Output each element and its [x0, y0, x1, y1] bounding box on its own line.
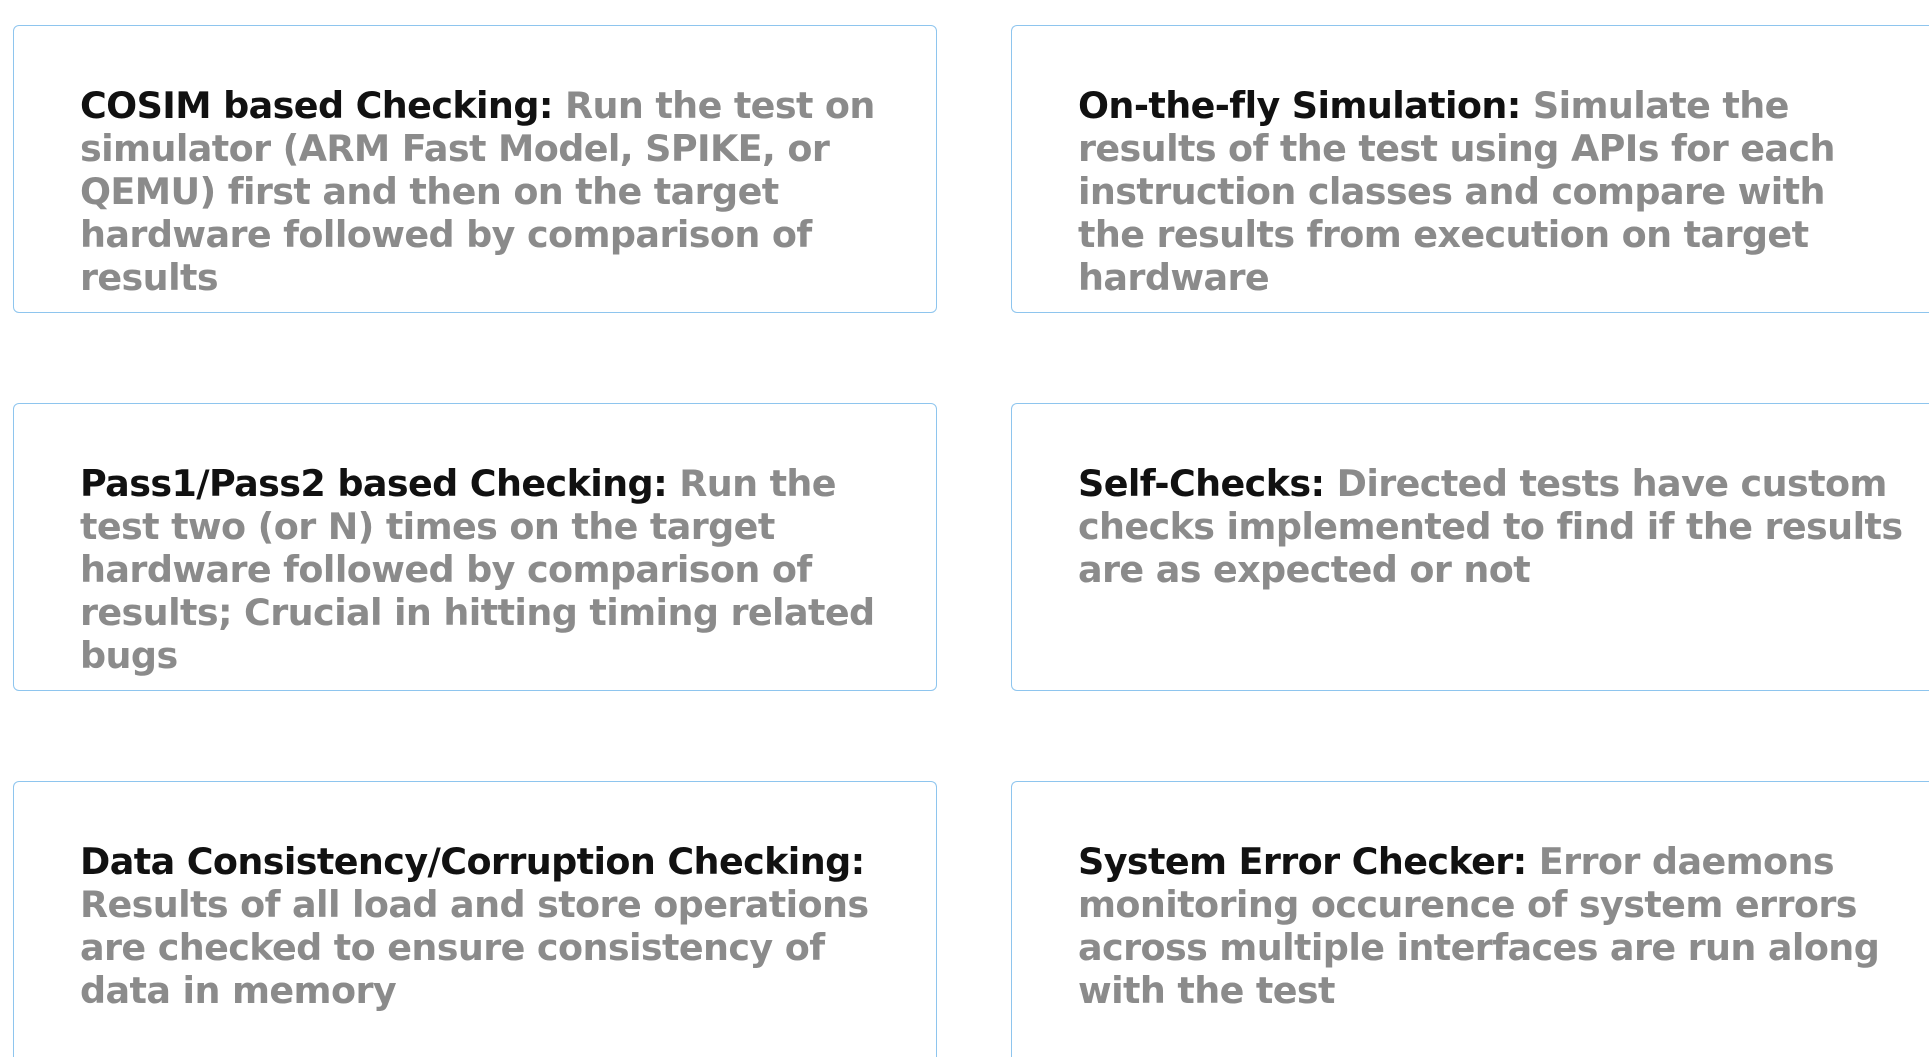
card-title: Data Consistency/Corruption Checking:: [80, 840, 865, 883]
card-pass1-pass2-checking: Pass1/Pass2 based Checking: Run the test…: [13, 403, 937, 691]
card-text: Self-Checks: Directed tests have custom …: [1078, 462, 1903, 591]
card-title: System Error Checker:: [1078, 840, 1527, 883]
card-text: COSIM based Checking: Run the test on si…: [80, 84, 908, 299]
card-title: Pass1/Pass2 based Checking:: [80, 462, 668, 505]
card-system-error-checker: System Error Checker: Error daemons moni…: [1011, 781, 1929, 1057]
card-self-checks: Self-Checks: Directed tests have custom …: [1011, 403, 1929, 691]
card-cosim-checking: COSIM based Checking: Run the test on si…: [13, 25, 937, 313]
card-data-consistency-checking: Data Consistency/Corruption Checking: Re…: [13, 781, 937, 1057]
card-text: Pass1/Pass2 based Checking: Run the test…: [80, 462, 908, 677]
card-text: On-the-fly Simulation: Simulate the resu…: [1078, 84, 1903, 299]
card-title: On-the-fly Simulation:: [1078, 84, 1521, 127]
card-text: Data Consistency/Corruption Checking: Re…: [80, 840, 908, 1012]
card-text: System Error Checker: Error daemons moni…: [1078, 840, 1903, 1012]
card-on-the-fly-simulation: On-the-fly Simulation: Simulate the resu…: [1011, 25, 1929, 313]
card-title: Self-Checks:: [1078, 462, 1325, 505]
card-title: COSIM based Checking:: [80, 84, 553, 127]
card-description: Results of all load and store operations…: [80, 883, 869, 1012]
